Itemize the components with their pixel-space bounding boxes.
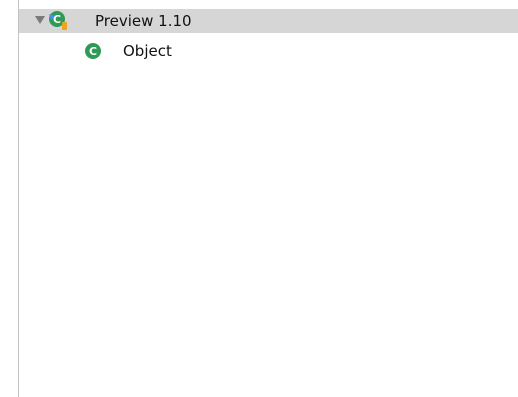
tree-root-label: Preview 1.10 [95,12,192,30]
svg-text:C: C [53,13,61,26]
svg-text:C: C [89,45,97,58]
tree-child-label: Object [123,42,172,60]
disclosure-triangle-icon[interactable] [35,16,45,24]
class-icon: C [85,43,101,59]
class-with-badge-icon: C [49,11,67,30]
tree-row-object[interactable]: C Object [19,39,518,63]
tree-row-preview[interactable]: C Preview 1.10 [19,9,518,33]
class-hierarchy-tree: C Preview 1.10 C Object [0,0,518,397]
